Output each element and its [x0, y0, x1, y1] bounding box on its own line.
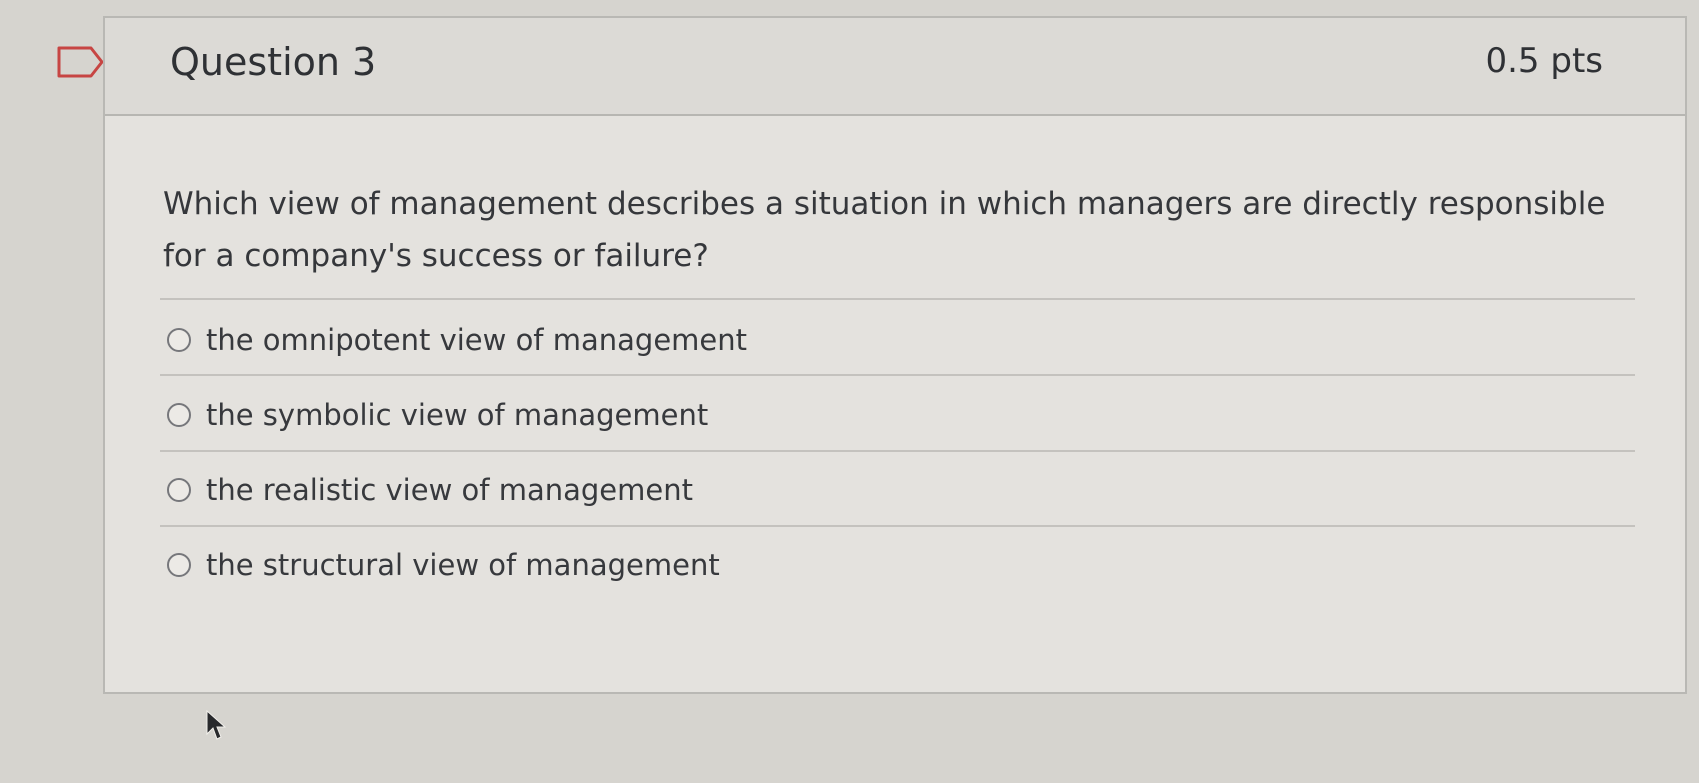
- answer-label: the omnipotent view of management: [206, 323, 748, 357]
- question-text: Which view of management describes a sit…: [163, 186, 1606, 274]
- answer-label: the structural view of management: [206, 548, 720, 582]
- question-header: Question 3 0.5 pts: [105, 18, 1685, 116]
- answer-divider: [160, 450, 1635, 452]
- mouse-pointer-icon: [206, 709, 227, 741]
- radio-button[interactable]: [167, 478, 191, 502]
- answer-option-structural[interactable]: the structural view of management: [167, 543, 720, 587]
- question-points: 0.5 pts: [1485, 41, 1603, 81]
- question-card: Question 3 0.5 pts Which view of managem…: [103, 16, 1687, 694]
- answer-option-realistic[interactable]: the realistic view of management: [167, 468, 693, 512]
- answer-divider: [160, 525, 1635, 527]
- answer-option-symbolic[interactable]: the symbolic view of management: [167, 393, 708, 437]
- radio-button[interactable]: [167, 553, 191, 577]
- radio-button[interactable]: [167, 403, 191, 427]
- question-title: Question 3: [170, 40, 377, 84]
- answer-option-omnipotent[interactable]: the omnipotent view of management: [167, 318, 747, 362]
- answer-divider: [160, 374, 1635, 376]
- radio-button[interactable]: [167, 328, 191, 352]
- flag-question-icon[interactable]: [57, 46, 105, 78]
- answer-label: the symbolic view of management: [206, 398, 709, 432]
- answer-label: the realistic view of management: [206, 473, 693, 507]
- answer-divider: [160, 298, 1635, 300]
